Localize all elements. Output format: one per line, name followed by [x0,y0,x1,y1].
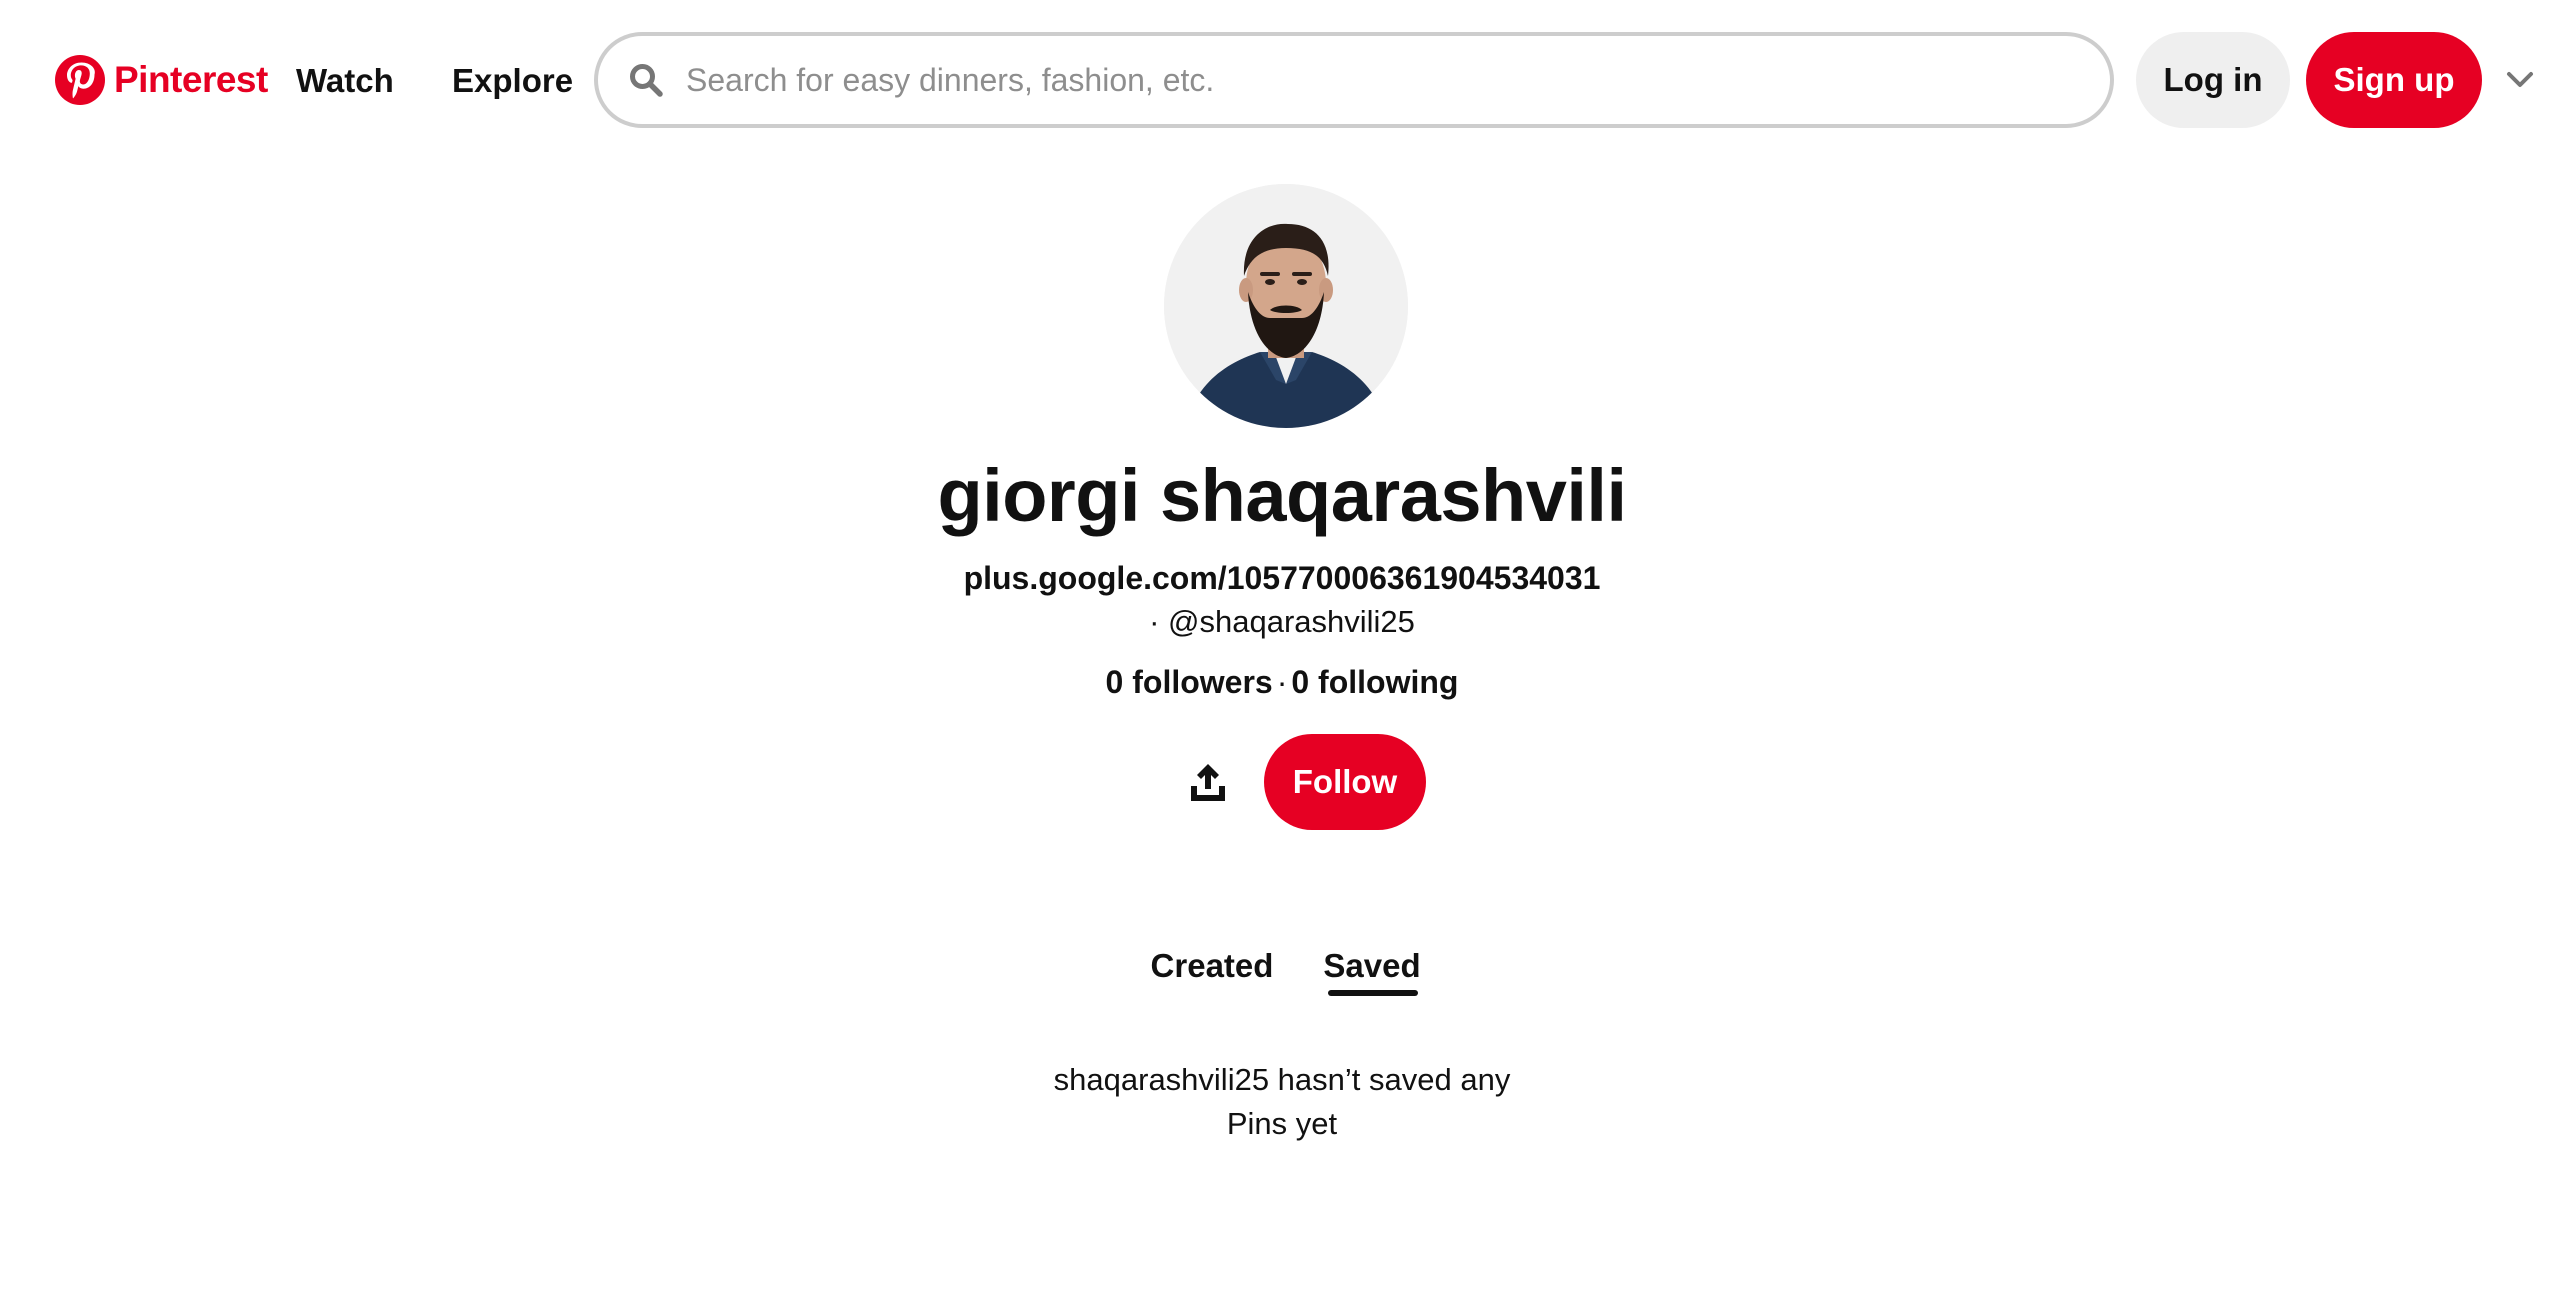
follow-button[interactable]: Follow [1264,734,1426,830]
more-options-button[interactable] [2496,56,2544,104]
empty-state-line-2: Pins yet [1226,1106,1338,1141]
pinterest-logo-icon [55,55,105,105]
signup-button[interactable]: Sign up [2306,32,2482,128]
profile-stats: 0 followers · 0 following [0,662,2564,702]
avatar [1164,184,1408,428]
pinterest-home-link[interactable]: Pinterest [54,48,268,112]
search-bar[interactable] [594,32,2114,128]
profile-website: plus.google.com/105770006361904534031 [0,558,2564,598]
search-icon [630,64,663,97]
profile-website-link[interactable]: plus.google.com/105770006361904534031 [964,560,1601,596]
search-input[interactable] [684,50,2110,110]
tab-saved[interactable]: Saved [1323,936,1420,996]
empty-state-line-1: shaqarashvili25 hasn’t saved any [1053,1062,1511,1097]
stats-separator: · [1276,664,1288,700]
login-button[interactable]: Log in [2136,32,2290,128]
profile-handle: · @shaqarashvili25 [1149,604,1415,639]
profile-photo [1164,184,1408,428]
top-navigation-bar: Pinterest Watch Explore Log in Sign up [0,0,2564,164]
active-tab-indicator [1328,990,1418,996]
nav-explore-link[interactable]: Explore [448,52,577,110]
share-button[interactable] [1172,746,1244,818]
following-count[interactable]: 0 following [1291,664,1458,700]
followers-count[interactable]: 0 followers [1106,664,1273,700]
tab-created[interactable]: Created [1146,936,1278,996]
brand-name: Pinterest [114,59,268,100]
share-icon [1191,764,1225,801]
empty-state-message: shaqarashvili25 hasn’t saved any Pins ye… [982,1058,1582,1146]
chevron-down-icon [2507,72,2533,87]
profile-name: giorgi shaqarashvili [937,454,1627,537]
nav-watch-link[interactable]: Watch [292,52,398,110]
